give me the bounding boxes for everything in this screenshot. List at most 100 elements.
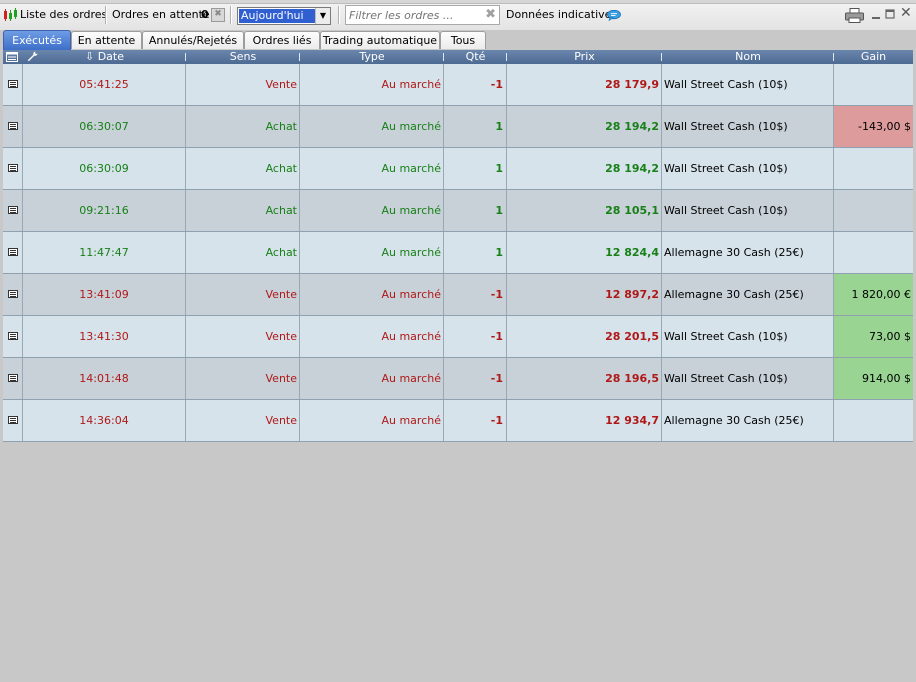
- window-top-strip: [0, 0, 916, 4]
- order-side: Vente: [186, 400, 300, 441]
- table-row[interactable]: 14:36:04 Vente Au marché -1 12 934,7 All…: [3, 400, 913, 442]
- order-quantity: 1: [444, 190, 507, 231]
- order-price: 28 179,9: [507, 64, 662, 105]
- tab-executed[interactable]: Exécutés: [3, 30, 71, 50]
- order-quantity: 1: [444, 106, 507, 147]
- instrument-name: Wall Street Cash (10$): [662, 190, 834, 231]
- indicative-data-label: Données indicatives: [506, 8, 618, 21]
- toolbar: Liste des ordres Ordres en attente 0 ✖ A…: [0, 0, 916, 31]
- column-header-name[interactable]: Nom: [662, 50, 834, 64]
- close-icon[interactable]: ✕: [900, 6, 912, 20]
- order-time: 13:41:09: [23, 274, 186, 315]
- tab-pending[interactable]: En attente: [71, 31, 142, 49]
- order-detail-icon[interactable]: [8, 416, 18, 424]
- order-detail-icon[interactable]: [8, 290, 18, 298]
- pending-orders-count: 0: [201, 8, 209, 21]
- order-type: Au marché: [300, 148, 444, 189]
- toolbar-divider: [105, 6, 107, 24]
- order-side: Achat: [186, 148, 300, 189]
- table-row[interactable]: 14:01:48 Vente Au marché -1 28 196,5 Wal…: [3, 358, 913, 400]
- order-detail-cell[interactable]: [3, 232, 23, 273]
- table-row[interactable]: 13:41:09 Vente Au marché -1 12 897,2 All…: [3, 274, 913, 316]
- tab-all[interactable]: Tous: [440, 31, 486, 49]
- column-header-type[interactable]: Type: [300, 50, 444, 64]
- order-time: 09:21:16: [23, 190, 186, 231]
- tab-linked-orders[interactable]: Ordres liés: [244, 31, 320, 49]
- order-time: 14:01:48: [23, 358, 186, 399]
- order-price: 28 201,5: [507, 316, 662, 357]
- print-icon[interactable]: [845, 8, 864, 23]
- order-detail-icon[interactable]: [8, 206, 18, 214]
- column-header-date[interactable]: ⇩ Date: [23, 50, 186, 64]
- clear-icon[interactable]: ✖: [211, 8, 225, 22]
- instrument-name: Wall Street Cash (10$): [662, 316, 834, 357]
- sort-down-icon: ⇩: [84, 50, 98, 63]
- order-detail-cell[interactable]: [3, 316, 23, 357]
- maximize-icon[interactable]: [885, 8, 895, 20]
- order-status-tabs: Exécutés En attente Annulés/Rejetés Ordr…: [0, 30, 916, 50]
- order-type: Au marché: [300, 190, 444, 231]
- instrument-name: Wall Street Cash (10$): [662, 358, 834, 399]
- order-side: Vente: [186, 358, 300, 399]
- order-time: 13:41:30: [23, 316, 186, 357]
- order-detail-icon[interactable]: [8, 122, 18, 130]
- order-side: Vente: [186, 64, 300, 105]
- order-gain: [834, 64, 913, 105]
- table-row[interactable]: 13:41:30 Vente Au marché -1 28 201,5 Wal…: [3, 316, 913, 358]
- pending-orders-label[interactable]: Ordres en attente: [112, 6, 210, 24]
- order-detail-cell[interactable]: [3, 64, 23, 105]
- column-header-sens[interactable]: Sens: [186, 50, 300, 64]
- column-picker-icon[interactable]: [5, 50, 19, 64]
- column-header-gain[interactable]: Gain: [834, 50, 913, 64]
- order-detail-icon[interactable]: [8, 332, 18, 340]
- order-gain: [834, 400, 913, 441]
- clear-filter-icon[interactable]: ✖: [485, 7, 496, 23]
- order-detail-cell[interactable]: [3, 190, 23, 231]
- column-header-price[interactable]: Prix: [507, 50, 662, 64]
- table-row[interactable]: 06:30:09 Achat Au marché 1 28 194,2 Wall…: [3, 148, 913, 190]
- info-bubble-icon[interactable]: [607, 9, 621, 22]
- order-side: Vente: [186, 316, 300, 357]
- table-row[interactable]: 11:47:47 Achat Au marché 1 12 824,4 Alle…: [3, 232, 913, 274]
- order-detail-icon[interactable]: [8, 374, 18, 382]
- order-detail-icon[interactable]: [8, 248, 18, 256]
- order-detail-icon[interactable]: [8, 164, 18, 172]
- order-type: Au marché: [300, 316, 444, 357]
- order-type: Au marché: [300, 106, 444, 147]
- table-row[interactable]: 09:21:16 Achat Au marché 1 28 105,1 Wall…: [3, 190, 913, 232]
- tab-cancelled-rejected[interactable]: Annulés/Rejetés: [142, 31, 244, 49]
- order-quantity: -1: [444, 358, 507, 399]
- instrument-name: Wall Street Cash (10$): [662, 106, 834, 147]
- order-price: 28 105,1: [507, 190, 662, 231]
- order-side: Vente: [186, 274, 300, 315]
- order-gain: 914,00 $: [834, 358, 913, 399]
- order-detail-cell[interactable]: [3, 400, 23, 441]
- order-side: Achat: [186, 190, 300, 231]
- order-gain: 1 820,00 €: [834, 274, 913, 315]
- column-header-qty[interactable]: Qté: [444, 50, 507, 64]
- order-quantity: 1: [444, 232, 507, 273]
- instrument-name: Allemagne 30 Cash (25€): [662, 232, 834, 273]
- order-time: 11:47:47: [23, 232, 186, 273]
- filter-orders-field[interactable]: ✖: [345, 5, 500, 25]
- order-detail-cell[interactable]: [3, 274, 23, 315]
- order-type: Au marché: [300, 400, 444, 441]
- order-quantity: -1: [444, 316, 507, 357]
- table-row[interactable]: 05:41:25 Vente Au marché -1 28 179,9 Wal…: [3, 64, 913, 106]
- order-detail-cell[interactable]: [3, 358, 23, 399]
- instrument-name: Allemagne 30 Cash (25€): [662, 400, 834, 441]
- order-time: 06:30:09: [23, 148, 186, 189]
- order-detail-icon[interactable]: [8, 80, 18, 88]
- order-side: Achat: [186, 232, 300, 273]
- tab-automatic-trading[interactable]: Trading automatique: [320, 31, 440, 49]
- order-detail-cell[interactable]: [3, 106, 23, 147]
- dropdown-arrow-icon[interactable]: ▼: [315, 8, 330, 24]
- table-row[interactable]: 06:30:07 Achat Au marché 1 28 194,2 Wall…: [3, 106, 913, 148]
- order-price: 28 194,2: [507, 148, 662, 189]
- order-side: Achat: [186, 106, 300, 147]
- filter-orders-input[interactable]: [346, 6, 482, 24]
- order-detail-cell[interactable]: [3, 148, 23, 189]
- order-time: 14:36:04: [23, 400, 186, 441]
- period-select[interactable]: Aujourd'hui ▼: [237, 7, 331, 25]
- minimize-icon[interactable]: [871, 8, 881, 20]
